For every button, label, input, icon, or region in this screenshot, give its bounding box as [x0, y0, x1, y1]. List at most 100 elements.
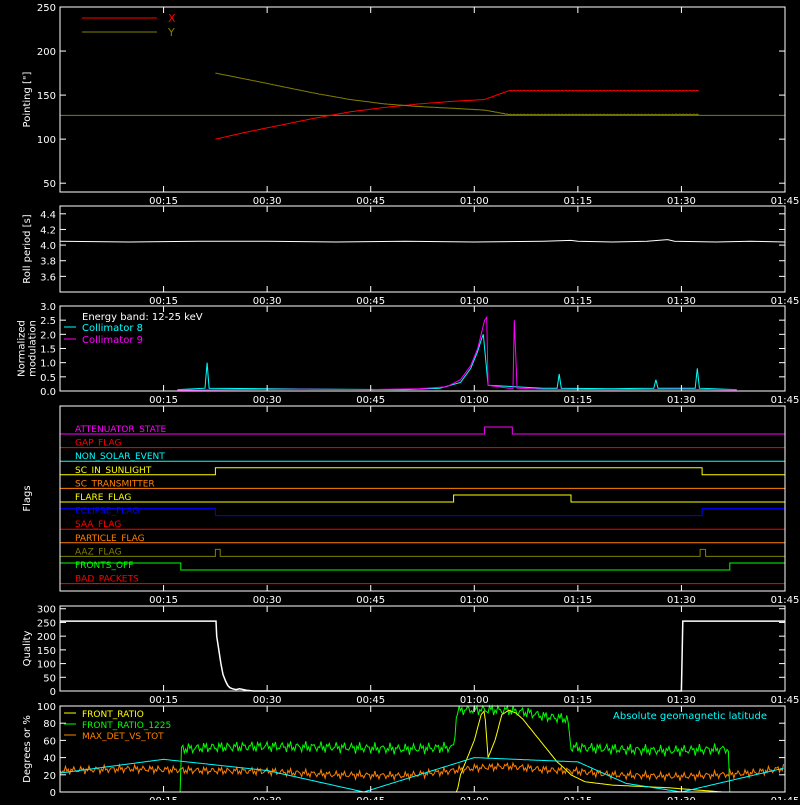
x-tick-label: 00:30 — [253, 796, 282, 800]
roll-period-line — [59, 239, 786, 243]
x-tick-label: 00:45 — [356, 796, 385, 800]
geomagnetic-latitude-label: Absolute geomagnetic latitude — [613, 711, 767, 722]
y-tick-label: 1.5 — [40, 345, 56, 356]
y-tick-label: 3.8 — [40, 257, 56, 268]
flag-label: ATTENUATOR_STATE — [75, 425, 167, 435]
flag-line — [59, 562, 786, 571]
quality-panel: 00:15 00:30 00:45 01:00 01:15 01:30 01:45 0 50 10… — [22, 605, 799, 706]
x-tick-label: 00:30 — [253, 395, 282, 406]
y-tick-label: 80 — [43, 719, 56, 730]
y-tick-label: 200 — [37, 632, 56, 643]
figure-canvas: 00:15 00:30 00:45 01:00 01:15 01:30 01:45 50 100… — [17, 3, 800, 805]
quality-line — [60, 620, 785, 692]
y-tick-label: 60 — [43, 736, 56, 747]
y-tick-label: 0.5 — [40, 373, 56, 384]
y-tick-label: 2.5 — [40, 316, 56, 327]
modulation-energy-band: Energy band: 12-25 keV — [82, 312, 203, 323]
x-tick-label: 01:30 — [667, 196, 696, 207]
y-tick-label: 300 — [37, 605, 56, 616]
x-tick-label: 01:30 — [667, 796, 696, 800]
y-tick-label: 2.0 — [40, 330, 56, 341]
x-tick-label: 00:45 — [356, 595, 385, 606]
y-tick-label: 40 — [43, 754, 56, 765]
x-tick-label: 01:00 — [460, 196, 489, 207]
x-tick-label: 01:00 — [460, 595, 489, 606]
legend-label: MAX_DET_VS_TOT — [82, 732, 164, 742]
x-tick-label: 01:45 — [771, 395, 800, 406]
flag-label: BAD_PACKETS — [75, 575, 139, 585]
flag-line — [60, 548, 785, 557]
x-tick-label: 00:45 — [356, 296, 385, 307]
y-tick-label: 1.0 — [40, 359, 56, 370]
flag-label: SC_TRANSMITTER — [75, 479, 155, 489]
x-tick-label: 01:45 — [771, 695, 800, 706]
x-tick-label: 01:15 — [563, 595, 592, 606]
y-tick-label: 50 — [43, 179, 56, 190]
y-tick-label: 3.0 — [40, 302, 56, 313]
y-tick-label: 250 — [37, 618, 56, 629]
x-tick-label: 00:45 — [356, 395, 385, 406]
y-tick-label: 4.0 — [40, 241, 56, 252]
x-tick-label: 00:45 — [356, 196, 385, 207]
y-tick-label: 50 — [43, 673, 56, 684]
ratio-series — [59, 761, 785, 783]
y-axis-label: Normalized — [17, 320, 28, 377]
y-axis-label: Quality — [22, 631, 33, 667]
y-axis-label: Pointing ["] — [22, 71, 33, 127]
x-tick-label: 01:15 — [563, 796, 592, 800]
modulation-series — [177, 315, 737, 391]
panel-frame — [59, 605, 786, 692]
legend-label: Collimator 8 — [82, 323, 143, 334]
x-tick-label: 00:30 — [253, 296, 282, 307]
x-tick-label: 01:30 — [667, 395, 696, 406]
stacked-time-series-figure: 00:15 00:30 00:45 01:00 01:15 01:30 01:45 50 100… — [0, 0, 800, 805]
flag-label: NON_SOLAR_EVENT — [75, 452, 165, 462]
legend-label: FRONT_RATIO_1225 — [82, 721, 171, 731]
x-tick-label: 01:30 — [667, 695, 696, 706]
y-tick-label: 0.0 — [40, 387, 56, 398]
x-tick-label: 00:15 — [149, 296, 178, 307]
y-tick-label: 4.2 — [40, 225, 56, 236]
y-tick-label: 20 — [43, 771, 56, 782]
flag-line — [59, 508, 786, 517]
y-axis-label: Flags — [22, 485, 33, 511]
x-tick-label: 01:45 — [771, 595, 800, 606]
y-tick-label: 200 — [37, 47, 56, 58]
x-tick-label: 01:30 — [667, 296, 696, 307]
legend-label: Collimator 9 — [82, 335, 143, 346]
x-tick-label: 00:15 — [149, 595, 178, 606]
x-tick-label: 01:00 — [460, 395, 489, 406]
x-tick-label: 01:15 — [563, 196, 592, 207]
flags-panel: ATTENUATOR_STATE GAP_FLAG NON_SOLAR_EVENT S… — [22, 405, 800, 606]
y-tick-label: 0 — [50, 788, 56, 799]
x-tick-label: 00:15 — [149, 196, 178, 207]
flag-line — [60, 467, 785, 476]
x-tick-label: 00:30 — [253, 695, 282, 706]
y-tick-label: 250 — [37, 3, 56, 14]
x-tick-label: 01:15 — [563, 395, 592, 406]
x-tick-label: 01:00 — [460, 296, 489, 307]
y-tick-label: 150 — [37, 91, 56, 102]
flag-label: SAA_FLAG — [75, 520, 121, 530]
flag-label: FLARE_FLAG — [75, 493, 131, 503]
pointing-panel: 00:15 00:30 00:45 01:00 01:15 01:30 01:45 50 100… — [22, 3, 799, 207]
x-tick-label: 01:00 — [460, 695, 489, 706]
y-tick-label: 100 — [37, 702, 56, 713]
x-tick-label: 01:15 — [563, 695, 592, 706]
flag-label: AAZ_FLAG — [75, 547, 122, 557]
x-tick-label: 00:15 — [149, 796, 178, 800]
y-axis-label: Roll period [s] — [22, 214, 33, 283]
x-tick-label: 01:45 — [771, 196, 800, 207]
flag-line — [60, 426, 785, 435]
modulation-panel: 00:15 00:30 00:45 01:00 01:15 01:30 01:45 0.0 0.… — [17, 302, 800, 406]
legend-label: FRONT_RATIO — [82, 710, 144, 720]
x-tick-label: 00:15 — [149, 695, 178, 706]
y-tick-label: 100 — [37, 135, 56, 146]
y-tick-label: 100 — [37, 660, 56, 671]
x-tick-label: 00:45 — [356, 695, 385, 706]
x-tick-label: 00:15 — [149, 395, 178, 406]
flag-label: FRONTS_OFF — [75, 561, 133, 571]
legend-label: Y — [167, 26, 175, 39]
y-tick-label: 3.6 — [40, 272, 56, 283]
y-tick-label: 150 — [37, 646, 56, 657]
